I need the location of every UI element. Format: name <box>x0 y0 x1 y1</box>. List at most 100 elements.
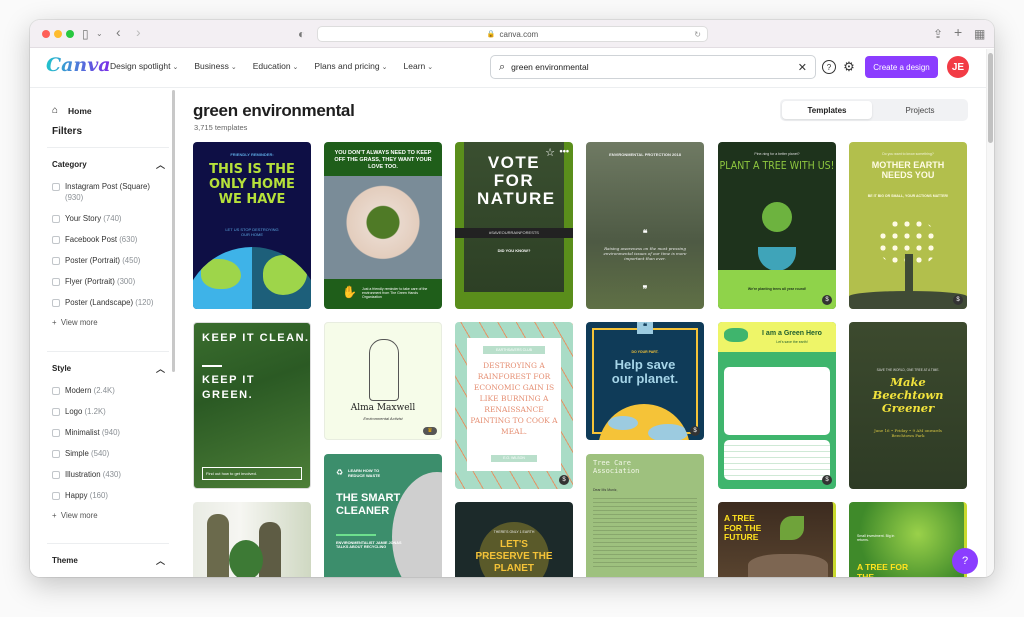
filter-flyer-portrait[interactable]: Flyer (Portrait) (300) <box>52 276 169 287</box>
filter-poster-portrait[interactable]: Poster (Portrait) (450) <box>52 255 169 266</box>
checkbox[interactable] <box>52 428 60 437</box>
template-card-plant-photo[interactable] <box>193 502 311 577</box>
template-card-mother-earth[interactable]: Do you want to know something? MOTHER EA… <box>849 142 967 309</box>
template-card-lets-preserve-the-planet[interactable]: THERE'S ONLY 1 EARTH LET'S PRESERVE THE … <box>455 502 573 577</box>
checkbox[interactable] <box>52 470 60 479</box>
nav-business[interactable]: Business ⌄ <box>194 61 236 71</box>
tab-projects[interactable]: Projects <box>875 101 965 119</box>
nav-label: Design spotlight <box>110 61 171 71</box>
card-sub: Dear Ms Muniz, <box>593 488 618 492</box>
card-top-text: LEARN HOW TO REDUCE WASTE <box>348 468 381 478</box>
home-link[interactable]: ⌂ Home <box>52 105 92 116</box>
filter-your-story[interactable]: Your Story (740) <box>52 213 169 224</box>
style-header[interactable]: Style ︿ <box>47 352 169 375</box>
filter-poster-landscape[interactable]: Poster (Landscape) (120) <box>52 297 169 308</box>
template-card-destroying-a-rainforest[interactable]: EARTHSAVERS CLUB DESTROYING A RAINFOREST… <box>455 322 573 489</box>
style-view-more[interactable]: + View more <box>52 511 169 520</box>
checkbox[interactable] <box>52 407 60 416</box>
nav-learn[interactable]: Learn ⌄ <box>404 61 434 71</box>
filter-logo[interactable]: Logo (1.2K) <box>52 406 169 417</box>
template-card-environmental-protection[interactable]: ENVIRONMENTAL PROTECTION 2018 ❝ Raising … <box>586 142 704 309</box>
back-icon[interactable]: ‹ <box>116 24 121 40</box>
recycle-icon: ♻ <box>336 468 344 477</box>
page-scrollbar[interactable] <box>986 49 994 577</box>
tab-templates[interactable]: Templates <box>782 101 872 119</box>
checkbox[interactable] <box>52 214 60 223</box>
template-card-make-beechtown-greener[interactable]: SAVE THE WORLD, ONE TREE AT A TIME. Make… <box>849 322 967 489</box>
template-card-this-is-the-only-home[interactable]: FRIENDLY REMINDER: THIS IS THE ONLY HOME… <box>193 142 311 309</box>
template-card-alma-maxwell[interactable]: Alma Maxwell Environmental Activist ♛ <box>324 322 442 440</box>
page-scrollbar-thumb[interactable] <box>988 53 993 143</box>
address-bar[interactable]: 🔒 canva.com ↻ <box>317 26 708 42</box>
nav-design-spotlight[interactable]: Design spotlight ⌄ <box>110 61 178 71</box>
template-card-keep-off-the-grass[interactable]: YOU DON'T ALWAYS NEED TO KEEP OFF THE GR… <box>324 142 442 309</box>
card-top-text: ENVIRONMENTAL PROTECTION 2018 <box>609 152 681 157</box>
chevron-down-icon[interactable]: ⌄ <box>96 26 103 42</box>
plants-illustration <box>229 540 263 577</box>
sidebar-scrollbar[interactable] <box>172 90 175 372</box>
checkbox[interactable] <box>52 277 60 286</box>
maximize-window-button[interactable] <box>66 30 74 38</box>
tab-overview-icon[interactable]: ▦ <box>974 26 985 42</box>
settings-gear-icon[interactable]: ⚙ <box>842 59 856 74</box>
chevron-up-icon[interactable]: ︿ <box>156 554 165 567</box>
divider <box>202 365 222 367</box>
template-card-help-save-our-planet[interactable]: ❝ DO YOUR PART. Help save our planet. $ <box>586 322 704 440</box>
checkbox[interactable] <box>52 235 60 244</box>
template-card-a-tree-for-the-future-2[interactable]: Small investment. Big in returns. A TREE… <box>849 502 967 577</box>
section-title: Style <box>52 364 72 373</box>
template-card-the-smart-cleaner[interactable]: ♻ LEARN HOW TO REDUCE WASTE THE SMART CL… <box>324 454 442 577</box>
filter-facebook-post[interactable]: Facebook Post (630) <box>52 234 169 245</box>
premium-badge: $ <box>822 475 832 485</box>
template-card-plant-a-tree[interactable]: Pine-ning for a better planet? PLANT A T… <box>718 142 836 309</box>
share-icon[interactable]: ⇪ <box>933 26 943 42</box>
close-window-button[interactable] <box>42 30 50 38</box>
new-tab-icon[interactable]: + <box>954 24 962 40</box>
theme-header[interactable]: Theme ︿ <box>47 544 169 567</box>
card-headline: Help save our planet. <box>611 357 679 386</box>
chevron-up-icon[interactable]: ︿ <box>156 158 165 171</box>
search-input[interactable]: ⌕ green environmental ✕ <box>490 55 816 79</box>
help-chat-button[interactable]: ? <box>952 548 978 574</box>
filter-illustration[interactable]: Illustration (430) <box>52 469 169 480</box>
checkbox[interactable] <box>52 182 60 191</box>
create-a-design-button[interactable]: Create a design <box>865 56 938 78</box>
privacy-shield-icon[interactable]: ◐ <box>298 26 305 42</box>
sidebar-toggle-icon[interactable]: ▯ <box>82 26 89 42</box>
clear-search-icon[interactable]: ✕ <box>798 61 807 74</box>
hand-icon: ✋ <box>342 285 357 299</box>
filter-minimalist[interactable]: Minimalist (940) <box>52 427 169 438</box>
help-icon[interactable]: ? <box>822 60 836 74</box>
filter-happy[interactable]: Happy (160) <box>52 490 169 501</box>
template-card-keep-it-clean[interactable]: KEEP IT CLEAN. KEEP IT GREEN. Find out h… <box>193 322 311 489</box>
template-card-green-hero[interactable]: I am a Green Hero Let's save the earth! … <box>718 322 836 489</box>
filter-instagram-post[interactable]: Instagram Post (Square) (930) <box>52 181 169 203</box>
category-view-more[interactable]: + View more <box>52 318 169 327</box>
reload-icon[interactable]: ↻ <box>694 30 701 39</box>
forward-icon[interactable]: › <box>136 24 141 40</box>
nav-education[interactable]: Education ⌄ <box>253 61 299 71</box>
filter-simple[interactable]: Simple (540) <box>52 448 169 459</box>
checkbox[interactable] <box>52 449 60 458</box>
checkbox[interactable] <box>52 256 60 265</box>
chevron-up-icon[interactable]: ︿ <box>156 362 165 375</box>
template-card-a-tree-for-the-future[interactable]: A TREE FOR THE FUTURE <box>718 502 836 577</box>
person-illustration <box>259 522 281 577</box>
checkbox[interactable] <box>52 298 60 307</box>
template-card-vote-for-nature[interactable]: VOTE FOR NATURE #SAVEOURRAINFORESTS DID … <box>455 142 573 309</box>
card-sub: Find out how to get involved. <box>202 467 302 480</box>
user-avatar[interactable]: JE <box>947 56 969 78</box>
minimize-window-button[interactable] <box>54 30 62 38</box>
nav-plans-and-pricing[interactable]: Plans and pricing ⌄ <box>314 61 387 71</box>
category-header[interactable]: Category ︿ <box>47 148 169 171</box>
filter-modern[interactable]: Modern (2.4K) <box>52 385 169 396</box>
chevron-down-icon: ⌄ <box>230 64 237 71</box>
more-options-icon[interactable]: ••• <box>560 146 569 156</box>
template-card-tree-care-association[interactable]: Tree Care Association Dear Ms Muniz, <box>586 454 704 577</box>
checkbox[interactable] <box>52 491 60 500</box>
favorite-star-icon[interactable]: ☆ <box>545 146 555 159</box>
checkbox[interactable] <box>52 386 60 395</box>
card-headline: Make Beechtown Greener <box>872 375 944 415</box>
card-top-text: FRIENDLY REMINDER: <box>230 152 274 157</box>
canva-logo[interactable]: Canva <box>46 54 111 76</box>
